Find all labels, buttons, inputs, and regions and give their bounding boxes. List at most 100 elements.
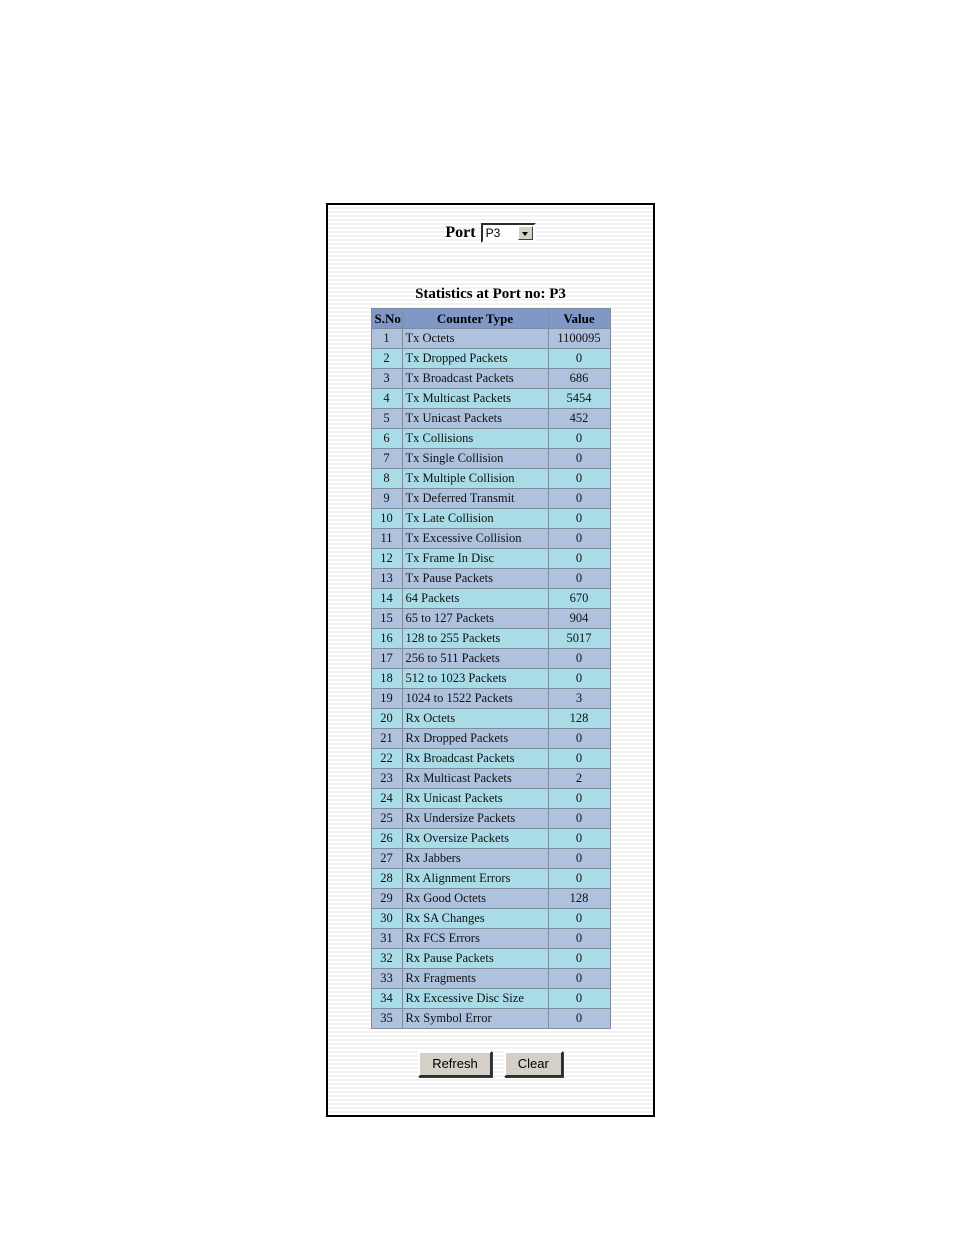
cell-sno: 34 [370,988,403,1009]
cell-counter-type: Rx Oversize Packets [401,828,549,849]
table-row: 27 Rx Jabbers 0 [370,848,611,869]
cell-sno: 13 [370,568,403,589]
clear-button[interactable]: Clear [503,1051,563,1077]
cell-counter-type: 1024 to 1522 Packets [401,688,549,709]
cell-value: 5454 [547,388,611,409]
cell-sno: 16 [370,628,403,649]
port-selector-row: Port P3 [328,223,653,243]
cell-sno: 22 [370,748,403,769]
cell-counter-type: Rx Dropped Packets [401,728,549,749]
table-row: 19 1024 to 1522 Packets 3 [370,688,611,709]
cell-counter-type: Rx Pause Packets [401,948,549,969]
table-row: 31 Rx FCS Errors 0 [370,928,611,949]
cell-sno: 30 [370,908,403,929]
column-header-sno: S.No [370,308,403,329]
table-row: 24 Rx Unicast Packets 0 [370,788,611,809]
cell-sno: 19 [370,688,403,709]
cell-counter-type: Tx Multicast Packets [401,388,549,409]
cell-value: 0 [547,348,611,369]
page-title: Statistics at Port no: P3 [415,286,566,302]
cell-value: 0 [547,508,611,529]
cell-value: 1100095 [547,328,611,349]
cell-counter-type: Rx Multicast Packets [401,768,549,789]
table-row: 3 Tx Broadcast Packets 686 [370,368,611,389]
table-row: 2 Tx Dropped Packets 0 [370,348,611,369]
chevron-down-icon[interactable] [517,226,533,240]
cell-value: 128 [547,708,611,729]
cell-counter-type: Rx Excessive Disc Size [401,988,549,1009]
cell-sno: 8 [370,468,403,489]
cell-value: 0 [547,868,611,889]
cell-counter-type: Rx Good Octets [401,888,549,909]
refresh-button[interactable]: Refresh [418,1051,492,1077]
cell-sno: 18 [370,668,403,689]
cell-sno: 11 [370,528,403,549]
cell-sno: 21 [370,728,403,749]
cell-sno: 35 [370,1008,403,1029]
cell-value: 0 [547,988,611,1009]
cell-sno: 6 [370,428,403,449]
cell-value: 0 [547,1008,611,1029]
column-header-counter-type: Counter Type [401,308,549,329]
table-row: 17 256 to 511 Packets 0 [370,648,611,669]
cell-value: 0 [547,648,611,669]
table-row: 20 Rx Octets 128 [370,708,611,729]
cell-value: 0 [547,428,611,449]
cell-value: 904 [547,608,611,629]
cell-sno: 25 [370,808,403,829]
cell-counter-type: Tx Deferred Transmit [401,488,549,509]
table-row: 4 Tx Multicast Packets 5454 [370,388,611,409]
cell-sno: 7 [370,448,403,469]
statistics-table: S.No Counter Type Value 1 Tx Octets 110009… [370,308,611,1029]
cell-value: 0 [547,728,611,749]
cell-counter-type: Tx Excessive Collision [401,528,549,549]
cell-value: 0 [547,528,611,549]
table-row: 33 Rx Fragments 0 [370,968,611,989]
cell-sno: 4 [370,388,403,409]
cell-counter-type: 512 to 1023 Packets [401,668,549,689]
cell-counter-type: 64 Packets [401,588,549,609]
table-row: 22 Rx Broadcast Packets 0 [370,748,611,769]
cell-sno: 5 [370,408,403,429]
table-row: 18 512 to 1023 Packets 0 [370,668,611,689]
table-row: 26 Rx Oversize Packets 0 [370,828,611,849]
table-head: S.No Counter Type Value [370,308,611,329]
cell-value: 452 [547,408,611,429]
cell-value: 0 [547,908,611,929]
table-row: 1 Tx Octets 1100095 [370,328,611,349]
cell-counter-type: Rx Undersize Packets [401,808,549,829]
cell-sno: 31 [370,928,403,949]
cell-value: 0 [547,968,611,989]
cell-value: 0 [547,488,611,509]
table-row: 11 Tx Excessive Collision 0 [370,528,611,549]
table-row: 34 Rx Excessive Disc Size 0 [370,988,611,1009]
cell-value: 0 [547,668,611,689]
table-row: 6 Tx Collisions 0 [370,428,611,449]
cell-counter-type: Rx SA Changes [401,908,549,929]
table-row: 9 Tx Deferred Transmit 0 [370,488,611,509]
statistics-table-wrap: S.No Counter Type Value 1 Tx Octets 110009… [328,308,653,1029]
cell-counter-type: Tx Frame In Disc [401,548,549,569]
port-select[interactable]: P3 [480,223,536,243]
cell-sno: 24 [370,788,403,809]
cell-counter-type: Tx Collisions [401,428,549,449]
table-row: 10 Tx Late Collision 0 [370,508,611,529]
table-header-row: S.No Counter Type Value [370,308,611,329]
table-row: 8 Tx Multiple Collision 0 [370,468,611,489]
cell-counter-type: Rx FCS Errors [401,928,549,949]
table-row: 25 Rx Undersize Packets 0 [370,808,611,829]
cell-value: 128 [547,888,611,909]
cell-sno: 26 [370,828,403,849]
cell-sno: 9 [370,488,403,509]
cell-value: 3 [547,688,611,709]
cell-value: 0 [547,928,611,949]
port-select-value: P3 [485,226,501,240]
table-row: 28 Rx Alignment Errors 0 [370,868,611,889]
table-row: 15 65 to 127 Packets 904 [370,608,611,629]
cell-value: 0 [547,788,611,809]
table-row: 29 Rx Good Octets 128 [370,888,611,909]
cell-value: 0 [547,748,611,769]
cell-counter-type: Rx Symbol Error [401,1008,549,1029]
cell-counter-type: Rx Fragments [401,968,549,989]
table-row: 35 Rx Symbol Error 0 [370,1008,611,1029]
